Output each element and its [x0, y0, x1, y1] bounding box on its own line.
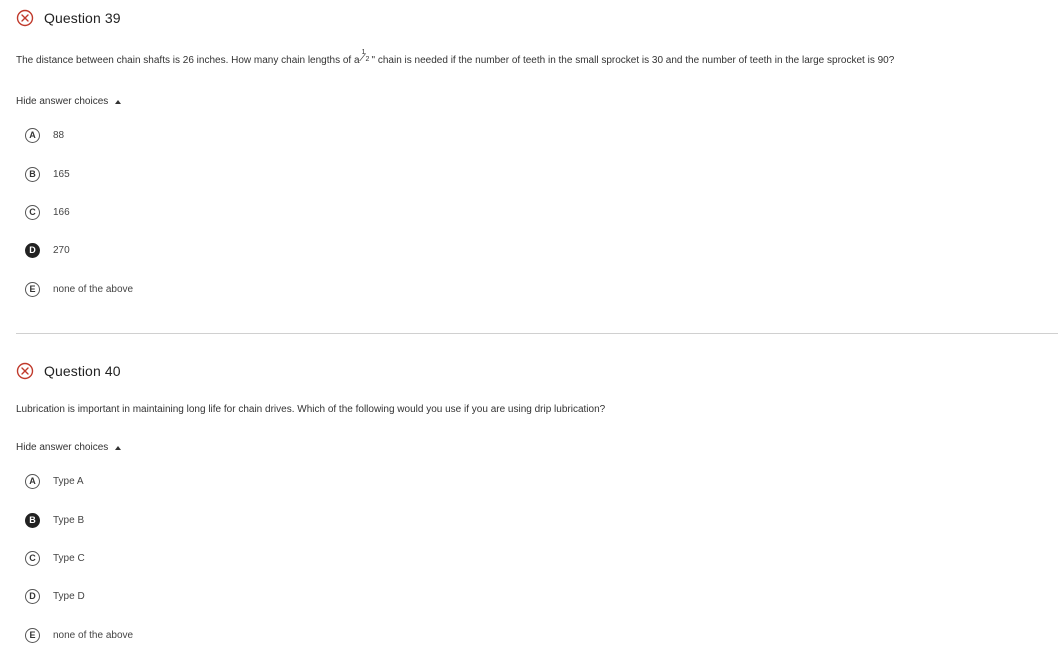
question-divider [16, 333, 1058, 334]
choice-label: Type B [53, 514, 85, 526]
choice-label: none of the above [53, 629, 134, 641]
choice-label: none of the above [53, 283, 134, 295]
quiz-results-page: Question 39 The distance between chain s… [0, 0, 1058, 666]
choice-label: Type A [53, 475, 84, 487]
x-circle-icon [16, 9, 34, 27]
question-title: Question 40 [44, 363, 121, 379]
question-text: Lubrication is important in maintaining … [16, 404, 606, 415]
choice-letter-badge: E [25, 627, 40, 643]
toggle-label: Hide answer choices [16, 442, 109, 453]
question-header: Question 39 [16, 8, 1058, 28]
chevron-up-icon [115, 445, 122, 450]
question-40: Question 40 Lubrication is important in … [16, 361, 1058, 643]
choice-letter-badge: A [25, 127, 40, 143]
answer-choice-c: C 166 [25, 203, 70, 221]
choice-label: 270 [53, 244, 70, 256]
hide-answer-choices-toggle[interactable]: Hide answer choices [16, 442, 122, 453]
toggle-label: Hide answer choices [16, 96, 109, 107]
question-text-part-2: " chain is needed if the number of teeth… [371, 55, 895, 66]
choice-letter-badge-selected: B [25, 512, 40, 528]
choice-label: Type D [53, 590, 85, 602]
question-text-part-1: The distance between chain shafts is 26 … [16, 55, 360, 66]
choice-letter-badge: C [25, 550, 40, 566]
answer-choice-a: A Type A [25, 472, 84, 490]
answer-choice-c: C Type C [25, 549, 85, 567]
question-header: Question 40 [16, 361, 1058, 381]
answer-choice-d: D Type D [25, 587, 85, 605]
answer-choice-b: B 165 [25, 165, 70, 183]
x-circle-icon [16, 362, 34, 380]
answer-choice-d-selected: D 270 [25, 241, 70, 259]
choice-letter-badge: E [25, 281, 40, 297]
fraction-denominator: 2 [365, 56, 370, 63]
choice-label: 166 [53, 206, 70, 218]
question-text: The distance between chain shafts is 26 … [16, 49, 895, 66]
choice-letter-badge: C [25, 204, 40, 220]
choice-label: 88 [53, 129, 65, 141]
answer-choice-b-selected: B Type B [25, 511, 84, 529]
choice-label: Type C [53, 552, 85, 564]
answer-choice-e: E none of the above [25, 280, 133, 298]
choice-label: 165 [53, 168, 70, 180]
choice-letter-badge: D [25, 588, 40, 604]
chevron-up-icon [115, 99, 122, 104]
choice-letter-badge: A [25, 473, 40, 489]
answer-choice-a: A 88 [25, 126, 64, 144]
hide-answer-choices-toggle[interactable]: Hide answer choices [16, 96, 122, 107]
answer-choice-e: E none of the above [25, 626, 133, 644]
question-39: Question 39 The distance between chain s… [16, 8, 1058, 297]
choice-letter-badge-selected: D [25, 242, 40, 258]
fraction-one-half: 1 ⁄ 2 [360, 49, 371, 65]
choice-letter-badge: B [25, 166, 40, 182]
question-title: Question 39 [44, 10, 121, 26]
